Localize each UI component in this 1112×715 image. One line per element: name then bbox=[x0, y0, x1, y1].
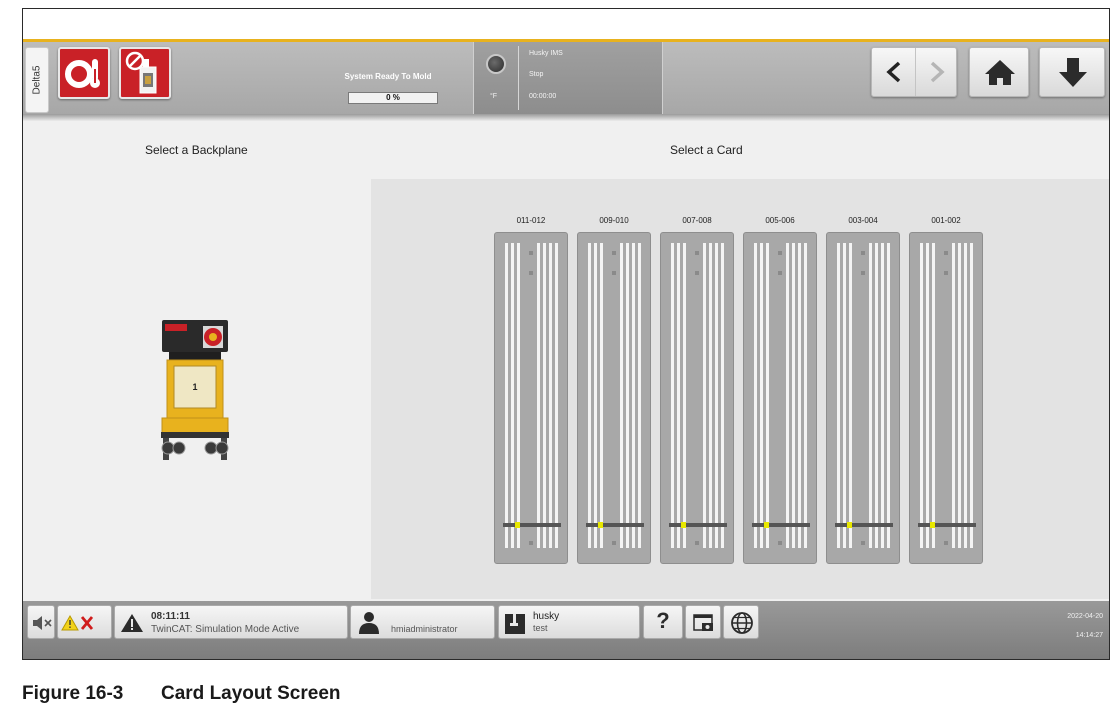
figure-caption: Figure 16-3 Card Layout Screen bbox=[22, 683, 341, 705]
ready-progress-bar: 0 % bbox=[348, 92, 438, 104]
heater-alarm-button[interactable] bbox=[58, 47, 110, 99]
help-icon: ? bbox=[656, 608, 670, 633]
mold-name: husky bbox=[533, 611, 560, 622]
figure-title: Card Layout Screen bbox=[161, 683, 341, 704]
card-status-led bbox=[847, 522, 852, 528]
card-label: 009-010 bbox=[599, 216, 629, 225]
delta5-tab[interactable]: Delta5 bbox=[25, 47, 49, 113]
card-slot[interactable] bbox=[826, 232, 900, 564]
card-slot[interactable] bbox=[660, 232, 734, 564]
forward-button[interactable] bbox=[915, 48, 957, 96]
figure-number: Figure 16-3 bbox=[22, 683, 124, 704]
husky-ims-panel[interactable]: °F Husky IMS Stop 00:00:00 bbox=[473, 42, 663, 114]
back-button[interactable] bbox=[872, 48, 915, 96]
delta5-tab-label: Delta5 bbox=[31, 65, 43, 95]
card-label: 011-012 bbox=[516, 216, 546, 225]
home-icon bbox=[985, 60, 1015, 85]
warning-icon bbox=[121, 614, 143, 632]
screenshot-button[interactable] bbox=[685, 605, 721, 639]
card-slot[interactable] bbox=[577, 232, 651, 564]
husky-logo-icon bbox=[505, 614, 525, 634]
footer: 08:11:11 TwinCAT: Simulation Mode Active… bbox=[23, 601, 1109, 659]
card-slot[interactable] bbox=[909, 232, 983, 564]
user-button[interactable]: hmiadministrator bbox=[350, 605, 495, 639]
mold-sub: test bbox=[533, 623, 548, 633]
alarm-time: 08:11:11 bbox=[151, 611, 190, 622]
mute-button[interactable] bbox=[27, 605, 55, 639]
card-slot-graphic bbox=[918, 243, 976, 548]
ims-state: Stop bbox=[529, 71, 544, 78]
clear-warnings-button[interactable] bbox=[57, 605, 112, 639]
card-label: 005-006 bbox=[765, 216, 795, 225]
download-button[interactable] bbox=[1039, 47, 1105, 97]
card-slot-graphic bbox=[503, 243, 561, 548]
ims-name: Husky IMS bbox=[529, 50, 563, 57]
language-button[interactable] bbox=[723, 605, 759, 639]
card-slot-graphic bbox=[752, 243, 810, 548]
ims-timer: 00:00:00 bbox=[529, 93, 557, 100]
card-slot-graphic bbox=[835, 243, 893, 548]
card-selection-area bbox=[371, 179, 1109, 599]
mold-disabled-button[interactable] bbox=[119, 47, 171, 99]
card-label: 003-004 bbox=[848, 216, 878, 225]
screenshot-icon bbox=[693, 614, 713, 631]
chevron-right-icon bbox=[930, 61, 945, 83]
user-icon bbox=[359, 612, 379, 634]
home-button[interactable] bbox=[969, 47, 1029, 97]
ims-divider bbox=[518, 46, 519, 110]
card-heading: Select a Card bbox=[670, 143, 743, 157]
card-status-led bbox=[598, 522, 603, 528]
card-status-led bbox=[930, 522, 935, 528]
alarm-message-button[interactable]: 08:11:11 TwinCAT: Simulation Mode Active bbox=[114, 605, 348, 639]
content-area: Select a Backplane Select a Card 1 011-0… bbox=[23, 121, 1109, 601]
card-label: 001-002 bbox=[931, 216, 961, 225]
mold-disabled-icon bbox=[125, 51, 157, 94]
card-label: 007-008 bbox=[682, 216, 712, 225]
footer-date: 2022-04-20 bbox=[1067, 613, 1103, 620]
card-status-led bbox=[764, 522, 769, 528]
hmi-window: Delta5 System Ready To Mold 0 % °F Husky… bbox=[22, 8, 1110, 660]
card-status-led bbox=[515, 522, 520, 528]
temperature-unit: °F bbox=[490, 93, 498, 100]
card-slot[interactable] bbox=[494, 232, 568, 564]
card-slot[interactable] bbox=[743, 232, 817, 564]
card-slot-graphic bbox=[586, 243, 644, 548]
progress-label: 0 % bbox=[386, 93, 400, 102]
backplane-1[interactable]: 1 bbox=[159, 314, 231, 464]
download-arrow-icon bbox=[1059, 58, 1087, 87]
back-forward-group bbox=[871, 47, 957, 97]
heater-alarm-icon bbox=[65, 59, 100, 88]
mold-setup-button[interactable]: husky test bbox=[498, 605, 640, 639]
help-button[interactable]: ? bbox=[643, 605, 683, 639]
temperature-knob-icon bbox=[486, 54, 506, 74]
user-name: hmiadministrator bbox=[391, 624, 458, 634]
backplane-number: 1 bbox=[192, 382, 198, 392]
mute-icon bbox=[33, 616, 52, 630]
header-shadow bbox=[23, 114, 1109, 121]
alarm-message: TwinCAT: Simulation Mode Active bbox=[151, 624, 300, 635]
card-status-led bbox=[681, 522, 686, 528]
card-slot-graphic bbox=[669, 243, 727, 548]
header: Delta5 System Ready To Mold 0 % °F Husky… bbox=[23, 9, 1109, 121]
globe-icon bbox=[731, 612, 753, 634]
footer-time: 14:14:27 bbox=[1075, 632, 1103, 639]
system-status-title: System Ready To Mold bbox=[344, 72, 432, 81]
warning-clear-icon bbox=[61, 614, 94, 631]
backplane-heading: Select a Backplane bbox=[145, 143, 248, 157]
chevron-left-icon bbox=[886, 61, 901, 83]
